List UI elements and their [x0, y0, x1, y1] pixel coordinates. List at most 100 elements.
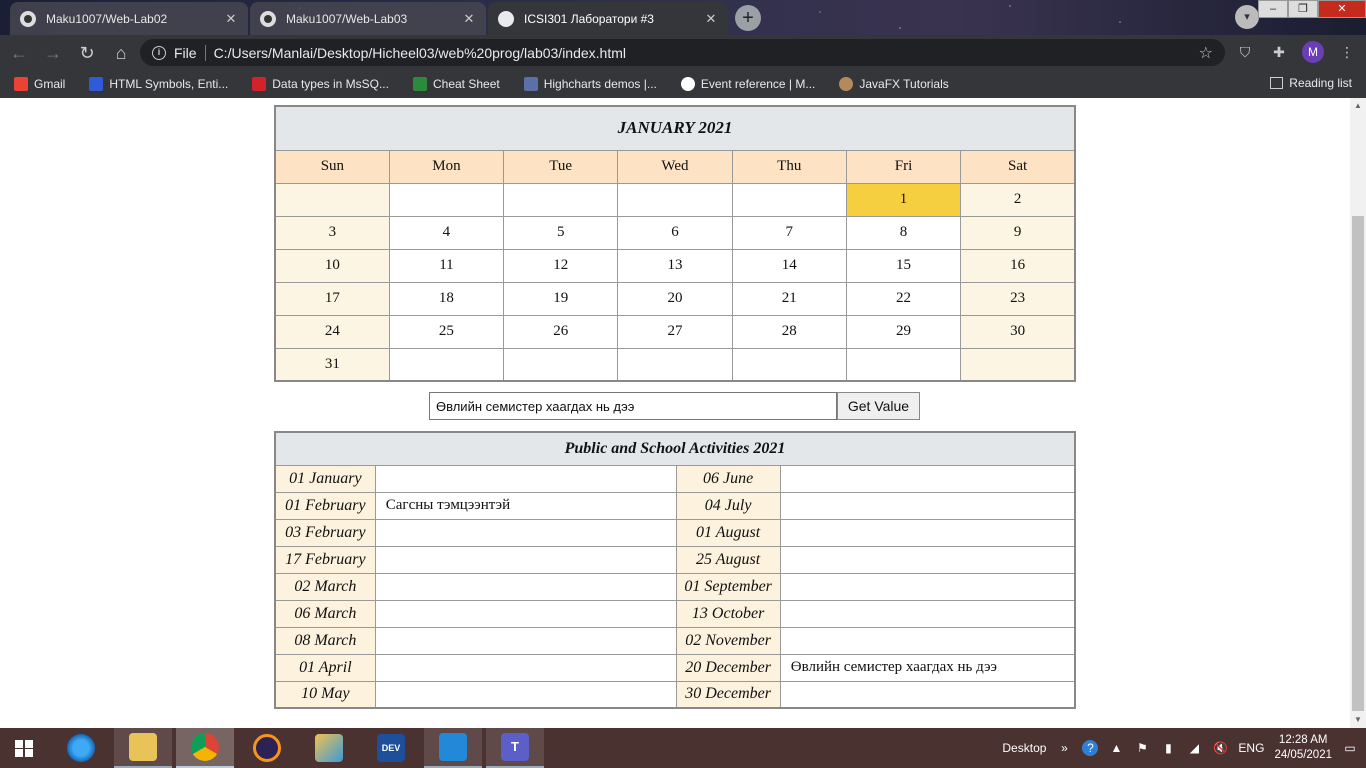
info-icon[interactable]: i [152, 45, 166, 60]
calendar-week-row: 1 2 [274, 182, 1076, 217]
tab-web-lab03[interactable]: Maku1007/Web-Lab03 ✕ [250, 2, 486, 35]
close-icon[interactable]: ✕ [224, 11, 238, 27]
calendar-day-cell [960, 347, 1076, 382]
activity-event [779, 545, 1076, 574]
bookmark-label: Cheat Sheet [432, 77, 500, 91]
minimize-button[interactable]: – [1258, 0, 1288, 18]
activity-event: Сагсны тэмцээнтэй [374, 491, 677, 520]
taskbar-devcpp[interactable]: DEV [362, 728, 420, 768]
back-arrow-icon[interactable]: ← [4, 38, 34, 68]
desktop-toolbar-label[interactable]: Desktop [1002, 741, 1046, 755]
activity-text-input[interactable] [429, 392, 837, 420]
calendar-day-cell: 30 [960, 314, 1076, 349]
tab-web-lab02[interactable]: Maku1007/Web-Lab02 ✕ [10, 2, 248, 35]
bookmark-event-reference[interactable]: Event reference | M... [680, 77, 815, 91]
address-scheme-label: File [174, 44, 197, 61]
bookmark-javafx[interactable]: JavaFX Tutorials [839, 77, 949, 91]
taskbar-app-tool[interactable] [300, 728, 358, 768]
calendar-table: JANUARY 2021 Sun Mon Tue Wed Thu Fri Sat… [274, 105, 1076, 382]
chevron-up-icon[interactable]: ▲ [1108, 740, 1124, 756]
language-indicator[interactable]: ENG [1238, 741, 1264, 755]
page-scrollbar[interactable]: ▲ ▼ [1350, 98, 1366, 728]
weekday-header-row: Sun Mon Tue Wed Thu Fri Sat [274, 149, 1076, 184]
bookmark-star-icon[interactable]: ☆ [1199, 43, 1213, 63]
start-button[interactable] [0, 728, 50, 768]
tab-icsi301-lab3[interactable]: ICSI301 Лаборатори #3 ✕ [488, 2, 728, 35]
system-tray: Desktop » ? ▲ ⚑ ▮ ◢ 🔇 ENG 12:28 AM 24/05… [1002, 728, 1366, 768]
shield-extension-icon[interactable]: ⛉ [1234, 41, 1256, 63]
home-icon[interactable]: ⌂ [106, 38, 136, 68]
calendar-day-cell: 25 [388, 314, 505, 349]
taskbar-vscode[interactable] [424, 728, 482, 768]
flag-icon[interactable]: ⚑ [1134, 740, 1150, 756]
address-url[interactable]: C:/Users/Manlai/Desktop/Hicheel03/web%20… [214, 45, 1191, 61]
address-bar[interactable]: i File C:/Users/Manlai/Desktop/Hicheel03… [140, 39, 1225, 66]
toolbar-actions: ⛉ ✚ M ⋮ [1234, 41, 1358, 63]
menu-kebab-icon[interactable]: ⋮ [1336, 41, 1358, 63]
reading-list-button[interactable]: Reading list [1270, 76, 1352, 90]
profile-avatar[interactable]: M [1302, 41, 1324, 63]
activity-date: 06 June [675, 464, 781, 493]
taskbar-file-explorer[interactable] [114, 728, 172, 768]
value-form: Get Value [429, 392, 920, 420]
activity-event [374, 653, 677, 682]
calendar-day-cell [845, 347, 962, 382]
bookmark-html-symbols[interactable]: HTML Symbols, Enti... [89, 77, 228, 91]
weekday-header: Wed [617, 149, 733, 184]
bookmark-highcharts[interactable]: Highcharts demos |... [523, 77, 657, 91]
get-value-button[interactable]: Get Value [837, 392, 920, 420]
restore-button[interactable]: ❐ [1288, 0, 1318, 18]
tab-title: Maku1007/Web-Lab02 [46, 11, 168, 26]
activity-date: 10 May [274, 680, 376, 709]
tab-title: ICSI301 Лаборатори #3 [524, 11, 654, 26]
battery-icon[interactable]: ▮ [1160, 740, 1176, 756]
notifications-icon[interactable]: ▭ [1342, 740, 1358, 756]
activity-date: 08 March [274, 626, 376, 655]
calendar-day-cell: 23 [960, 281, 1076, 316]
extensions-puzzle-icon[interactable]: ✚ [1268, 41, 1290, 63]
activity-date: 06 March [274, 599, 376, 628]
new-tab-button[interactable]: + [735, 5, 761, 31]
eclipse-icon [253, 734, 281, 762]
taskbar-chrome[interactable] [176, 728, 234, 768]
reload-icon[interactable]: ↻ [72, 38, 102, 68]
clock-date: 24/05/2021 [1274, 749, 1332, 761]
close-icon[interactable]: ✕ [462, 11, 476, 27]
bookmark-mssql-types[interactable]: Data types in MsSQ... [252, 77, 389, 91]
calendar-day-cell: 7 [731, 215, 847, 250]
activity-date: 02 November [675, 626, 781, 655]
system-clock[interactable]: 12:28 AM 24/05/2021 [1274, 733, 1332, 763]
activity-date: 01 January [274, 464, 376, 493]
close-window-button[interactable]: ✕ [1318, 0, 1366, 18]
taskbar-eclipse[interactable] [238, 728, 296, 768]
weekday-header: Thu [731, 149, 847, 184]
table-row: 01 April 20 December Өвлийн семистер хаа… [274, 653, 1076, 682]
bookmark-gmail[interactable]: Gmail [14, 77, 65, 91]
reading-list-label: Reading list [1289, 76, 1352, 90]
close-icon[interactable]: ✕ [704, 11, 718, 27]
scrollbar-thumb[interactable] [1352, 216, 1364, 711]
taskbar-teams[interactable]: T [486, 728, 544, 768]
table-row: 01 February Сагсны тэмцээнтэй 04 July [274, 491, 1076, 520]
forward-arrow-icon[interactable]: → [38, 38, 68, 68]
calendar-day-cell: 19 [503, 281, 619, 316]
scroll-up-arrow-icon[interactable]: ▲ [1350, 98, 1366, 114]
calendar-day-cell [731, 347, 847, 382]
speaker-muted-icon[interactable]: 🔇 [1212, 740, 1228, 756]
bookmark-label: Data types in MsSQ... [272, 77, 389, 91]
help-icon[interactable]: ? [1082, 740, 1099, 756]
calendar-day-cell: 28 [731, 314, 847, 349]
activities-table: Public and School Activities 2021 01 Jan… [274, 431, 1076, 709]
calendar-day-cell [503, 182, 619, 217]
calendar-day-cell: 8 [845, 215, 962, 250]
scroll-down-arrow-icon[interactable]: ▼ [1350, 712, 1366, 728]
taskbar-ie[interactable] [52, 728, 110, 768]
table-row: 02 March 01 September [274, 572, 1076, 601]
wifi-signal-icon[interactable]: ◢ [1186, 740, 1202, 756]
bookmark-cheat-sheet[interactable]: Cheat Sheet [412, 77, 500, 91]
activity-date: 25 August [675, 545, 781, 574]
chevron-double-right-icon[interactable]: » [1056, 740, 1072, 756]
tab-search-icon[interactable]: ▾ [1235, 5, 1259, 29]
activity-event [779, 680, 1076, 709]
file-explorer-icon [129, 733, 157, 761]
